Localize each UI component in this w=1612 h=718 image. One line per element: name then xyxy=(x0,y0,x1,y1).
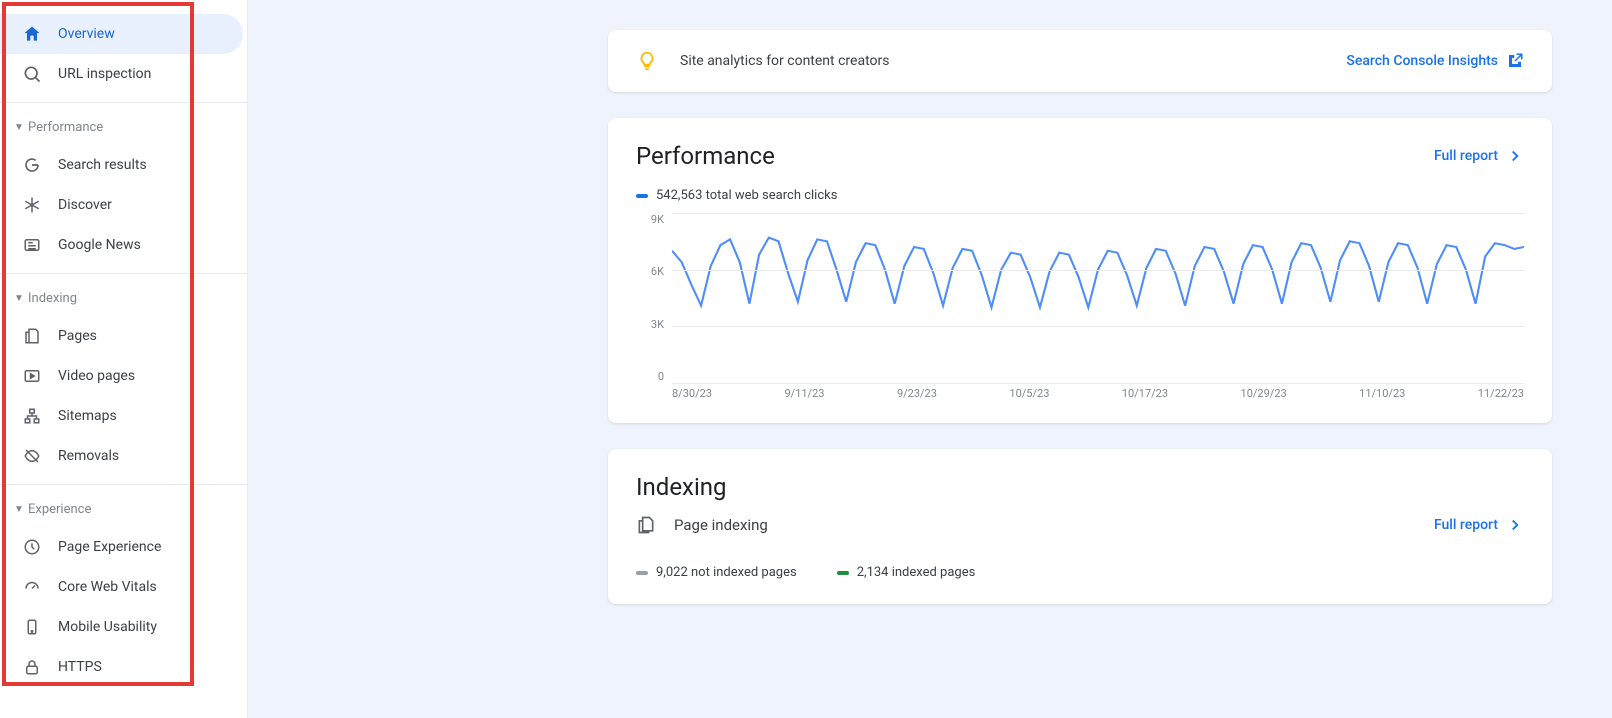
section-header-label: Performance xyxy=(28,120,103,135)
not-indexed-text: 9,022 not indexed pages xyxy=(656,565,797,580)
indexing-card: Indexing Page indexing Full report 9,022… xyxy=(608,449,1552,604)
home-icon xyxy=(22,24,42,44)
sidebar-section-indexing[interactable]: ▼Indexing xyxy=(0,280,247,316)
x-tick: 8/30/23 xyxy=(672,387,712,403)
performance-full-report-link[interactable]: Full report xyxy=(1434,147,1524,165)
lightbulb-icon xyxy=(636,50,658,72)
sidebar-item-label: Mobile Usability xyxy=(58,619,157,635)
cwv-icon xyxy=(22,577,42,597)
y-tick: 3K xyxy=(636,318,664,331)
sidebar-item-page-experience[interactable]: Page Experience xyxy=(0,527,243,567)
caret-down-icon: ▼ xyxy=(14,122,28,133)
insights-card: Site analytics for content creators Sear… xyxy=(608,30,1552,92)
indexed-text: 2,134 indexed pages xyxy=(857,565,976,580)
caret-down-icon: ▼ xyxy=(14,293,28,304)
y-tick: 0 xyxy=(636,370,664,383)
chart-line xyxy=(672,238,1524,308)
video-icon xyxy=(22,366,42,386)
sidebar-item-label: Search results xyxy=(58,157,147,173)
x-tick: 9/23/23 xyxy=(897,387,937,403)
indexing-legend: 9,022 not indexed pages 2,134 indexed pa… xyxy=(636,565,1524,580)
performance-legend: 542,563 total web search clicks xyxy=(636,188,1524,203)
x-tick: 10/5/23 xyxy=(1009,387,1049,403)
x-tick: 11/22/23 xyxy=(1478,387,1524,403)
performance-title: Performance xyxy=(636,142,775,170)
sidebar-item-label: Page Experience xyxy=(58,539,161,555)
removals-icon xyxy=(22,446,42,466)
x-tick: 10/17/23 xyxy=(1122,387,1168,403)
sidebar-item-https[interactable]: HTTPS xyxy=(0,647,243,687)
sidebar-item-discover[interactable]: Discover xyxy=(0,185,243,225)
main-content: Site analytics for content creators Sear… xyxy=(248,0,1612,718)
indexing-full-report-link[interactable]: Full report xyxy=(1434,516,1524,534)
divider xyxy=(0,273,247,274)
pageexp-icon xyxy=(22,537,42,557)
sidebar-item-video-pages[interactable]: Video pages xyxy=(0,356,243,396)
legend-text: 542,563 total web search clicks xyxy=(656,188,837,203)
lock-icon xyxy=(22,657,42,677)
legend-swatch xyxy=(636,194,648,198)
performance-card: Performance Full report 542,563 total we… xyxy=(608,118,1552,423)
indexed-swatch xyxy=(837,571,849,575)
divider xyxy=(0,484,247,485)
sidebar-item-label: Removals xyxy=(58,448,119,464)
link-label: Search Console Insights xyxy=(1346,53,1498,69)
sidebar-item-label: Overview xyxy=(58,26,115,42)
sidebar-item-label: HTTPS xyxy=(58,659,102,675)
sidebar-item-google-news[interactable]: Google News xyxy=(0,225,243,265)
performance-chart: 9K 6K 3K 0 8/30/23 9/11/23 9/23/23 10/5/23 10/1… xyxy=(636,213,1524,403)
y-tick: 6K xyxy=(636,265,664,278)
sidebar-item-url-inspection[interactable]: URL inspection xyxy=(0,54,243,94)
sidebar-item-label: Google News xyxy=(58,237,141,253)
not-indexed-swatch xyxy=(636,571,648,575)
sidebar-item-pages[interactable]: Pages xyxy=(0,316,243,356)
chevron-right-icon xyxy=(1506,147,1524,165)
x-tick: 11/10/23 xyxy=(1359,387,1405,403)
sidebar-item-core-web-vitals[interactable]: Core Web Vitals xyxy=(0,567,243,607)
sidebar-item-label: Video pages xyxy=(58,368,135,384)
indexing-title: Indexing xyxy=(636,473,1524,501)
external-link-icon xyxy=(1506,52,1524,70)
search-console-insights-link[interactable]: Search Console Insights xyxy=(1346,52,1524,70)
sidebar-item-label: Core Web Vitals xyxy=(58,579,157,595)
sidebar-item-removals[interactable]: Removals xyxy=(0,436,243,476)
sidebar-item-label: Sitemaps xyxy=(58,408,117,424)
sidebar-item-label: Pages xyxy=(58,328,97,344)
sidebar-item-sitemaps[interactable]: Sitemaps xyxy=(0,396,243,436)
search-icon xyxy=(22,64,42,84)
sitemap-icon xyxy=(22,406,42,426)
sidebar-section-performance[interactable]: ▼Performance xyxy=(0,109,247,145)
sidebar-item-label: URL inspection xyxy=(58,66,151,82)
pages-icon xyxy=(636,515,656,535)
section-header-label: Experience xyxy=(28,502,91,517)
x-tick: 10/29/23 xyxy=(1241,387,1287,403)
caret-down-icon: ▼ xyxy=(14,504,28,515)
news-icon xyxy=(22,235,42,255)
sidebar-item-search-results[interactable]: Search results xyxy=(0,145,243,185)
pages-icon xyxy=(22,326,42,346)
chevron-right-icon xyxy=(1506,516,1524,534)
sidebar-item-mobile-usability[interactable]: Mobile Usability xyxy=(0,607,243,647)
section-header-label: Indexing xyxy=(28,291,77,306)
divider xyxy=(0,102,247,103)
y-tick: 9K xyxy=(636,213,664,226)
asterisk-icon xyxy=(22,195,42,215)
x-tick: 9/11/23 xyxy=(784,387,824,403)
mobile-icon xyxy=(22,617,42,637)
sidebar-section-experience[interactable]: ▼Experience xyxy=(0,491,247,527)
sidebar-item-label: Discover xyxy=(58,197,112,213)
G-icon xyxy=(22,155,42,175)
link-label: Full report xyxy=(1434,517,1498,533)
link-label: Full report xyxy=(1434,148,1498,164)
sidebar: OverviewURL inspection ▼PerformanceSearc… xyxy=(0,0,248,718)
insights-text: Site analytics for content creators xyxy=(680,53,889,69)
page-indexing-label: Page indexing xyxy=(674,516,768,534)
sidebar-item-overview[interactable]: Overview xyxy=(0,14,243,54)
